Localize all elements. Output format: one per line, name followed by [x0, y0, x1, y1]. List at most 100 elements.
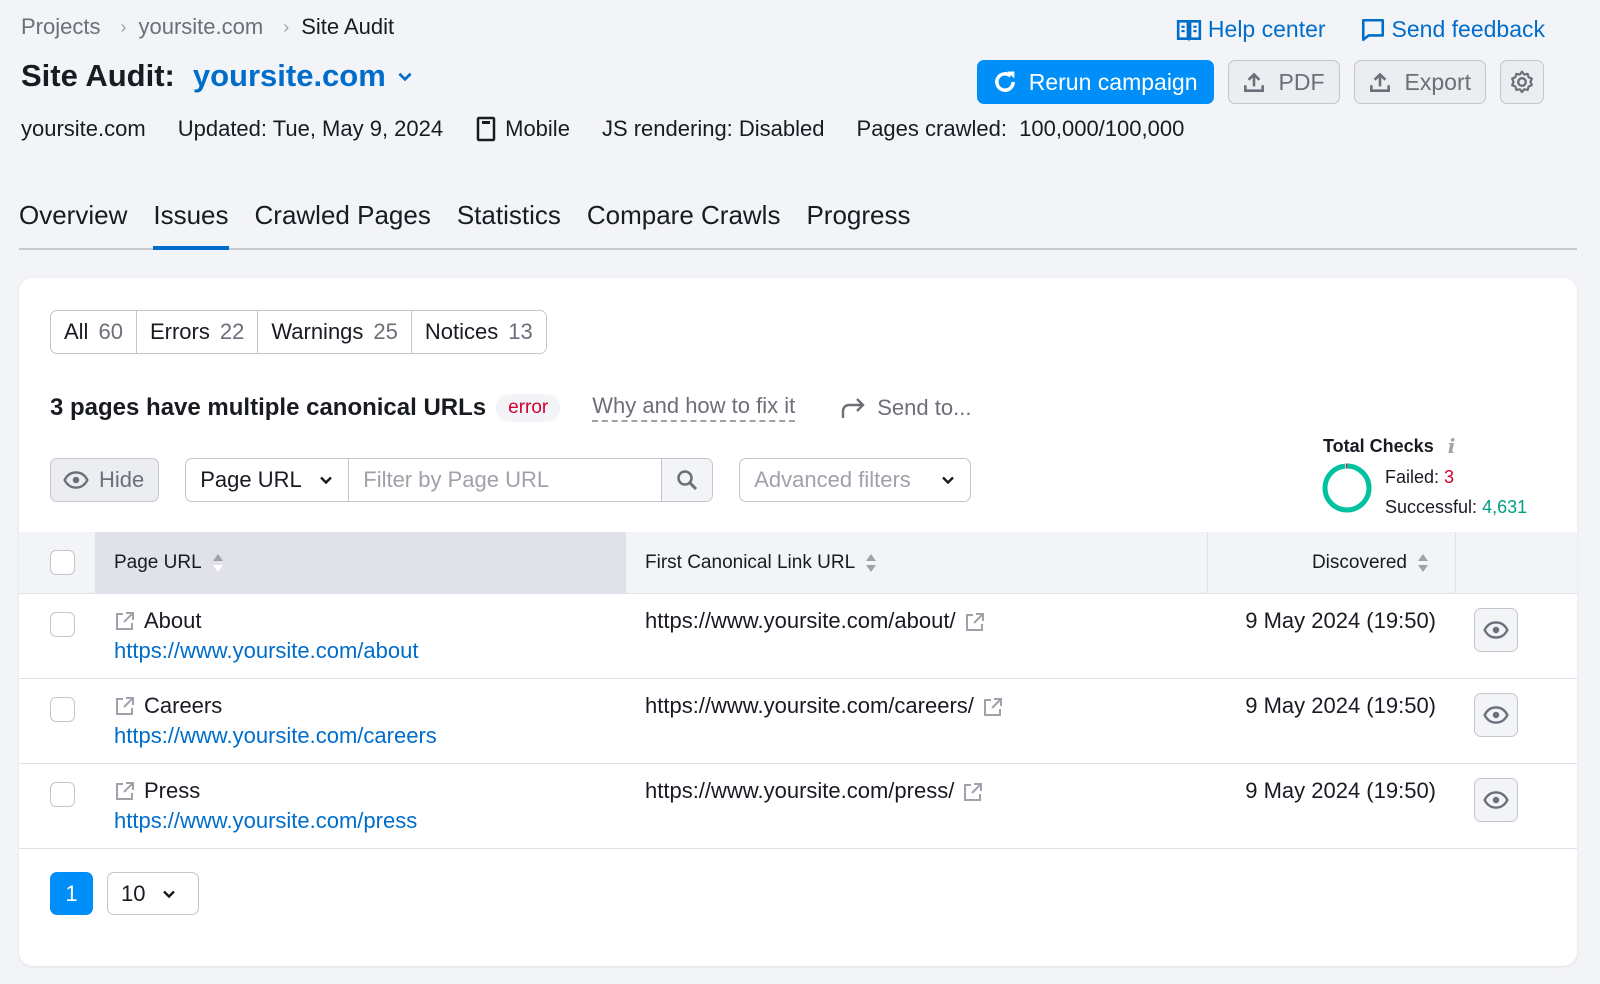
help-center-link[interactable]: Help center [1176, 16, 1326, 43]
canonical-url: https://www.yoursite.com/press/ [645, 778, 955, 803]
page-button-current[interactable]: 1 [50, 872, 93, 915]
segment-notices[interactable]: Notices 13 [412, 311, 546, 353]
tab-issues[interactable]: Issues [153, 196, 229, 250]
send-to-button[interactable]: Send to... [839, 395, 971, 421]
table-row: Careers https://www.yoursite.com/careers… [19, 679, 1577, 764]
canonical-url: https://www.yoursite.com/about/ [645, 608, 956, 633]
external-link-icon[interactable] [114, 780, 136, 802]
rerun-campaign-button[interactable]: Rerun campaign [976, 60, 1214, 104]
mobile-icon [476, 116, 496, 142]
why-how-to-fix-link[interactable]: Why and how to fix it [592, 393, 796, 422]
total-checks-widget: Total Checks i Failed: 3 Successful: 4,6… [1322, 434, 1527, 522]
meta-pages-crawled: Pages crawled: 100,000/100,000 [856, 116, 1185, 141]
column-header-discovered[interactable]: Discovered [1208, 532, 1456, 593]
filter-field-select[interactable]: Page URL [186, 459, 350, 501]
page-title: About [144, 608, 202, 633]
eye-icon [1483, 706, 1509, 724]
view-details-button[interactable] [1474, 693, 1518, 737]
external-link-icon[interactable] [114, 610, 136, 632]
settings-button[interactable] [1500, 60, 1544, 104]
external-link-icon[interactable] [982, 696, 1004, 718]
failed-label: Failed: [1385, 467, 1440, 487]
chevron-down-icon [163, 890, 176, 898]
segment-count: 13 [508, 319, 533, 344]
segment-count: 60 [98, 319, 123, 344]
row-checkbox[interactable] [50, 782, 75, 807]
forward-arrow-icon [842, 397, 865, 418]
chevron-right-icon: › [120, 16, 127, 37]
canonical-url: https://www.yoursite.com/careers/ [645, 693, 974, 718]
column-header-canonical-url[interactable]: First Canonical Link URL [626, 532, 1208, 593]
page-url-link[interactable]: https://www.yoursite.com/press [114, 808, 626, 834]
failed-checks: Failed: 3 [1385, 462, 1527, 492]
project-selector[interactable]: yoursite.com [193, 58, 414, 94]
table-row: About https://www.yoursite.com/about htt… [19, 594, 1577, 679]
breadcrumb-domain[interactable]: yoursite.com [138, 14, 263, 40]
segment-warnings[interactable]: Warnings 25 [258, 311, 412, 353]
row-checkbox[interactable] [50, 697, 75, 722]
breadcrumb-projects[interactable]: Projects [21, 14, 100, 40]
tab-overview[interactable]: Overview [19, 196, 127, 248]
advanced-filters-dropdown[interactable]: Advanced filters [739, 458, 972, 502]
view-details-button[interactable] [1474, 778, 1518, 822]
meta-updated: Updated: Tue, May 9, 2024 [177, 116, 444, 141]
external-link-icon[interactable] [964, 611, 986, 633]
send-feedback-link[interactable]: Send feedback [1360, 16, 1545, 43]
chat-bubble-icon [1361, 18, 1384, 41]
info-icon[interactable]: i [1448, 434, 1456, 458]
page-url-link[interactable]: https://www.yoursite.com/careers [114, 723, 626, 749]
segment-errors[interactable]: Errors 22 [137, 311, 259, 353]
issue-title: 3 pages have multiple canonical URLs [50, 393, 487, 421]
filter-field-value: Page URL [200, 467, 302, 492]
pagination: 1 10 [50, 872, 199, 915]
search-icon [677, 470, 698, 491]
per-page-value: 10 [121, 880, 146, 906]
help-center-label: Help center [1207, 16, 1326, 42]
segment-label: Notices [424, 319, 499, 344]
page-url-link[interactable]: https://www.yoursite.com/about [114, 638, 626, 664]
tab-statistics[interactable]: Statistics [457, 196, 561, 248]
column-header-actions [1456, 532, 1577, 593]
select-all-checkbox[interactable] [50, 550, 75, 575]
tab-progress[interactable]: Progress [806, 196, 910, 248]
gear-icon [1511, 70, 1533, 94]
page-title: Careers [144, 693, 223, 718]
per-page-select[interactable]: 10 [107, 872, 199, 915]
header-select-all-cell [19, 532, 95, 593]
external-link-icon[interactable] [114, 695, 136, 717]
send-to-label: Send to... [877, 394, 972, 420]
external-link-icon[interactable] [962, 781, 984, 803]
issue-heading: 3 pages have multiple canonical URLs err… [50, 393, 971, 422]
failed-value[interactable]: 3 [1444, 467, 1454, 487]
meta-device: Mobile [475, 116, 570, 142]
breadcrumb-current: Site Audit [301, 14, 395, 39]
issues-table: Page URL First Canonical Link URL Discov… [19, 532, 1577, 849]
meta-domain: yoursite.com [21, 116, 146, 141]
view-details-button[interactable] [1474, 608, 1518, 652]
row-checkbox[interactable] [50, 612, 75, 637]
discovered-date: 9 May 2024 (19:50) [1245, 693, 1436, 718]
chevron-right-icon: › [283, 16, 290, 37]
pdf-label: PDF [1278, 68, 1325, 95]
advanced-filters-label: Advanced filters [754, 467, 911, 492]
table-row: Press https://www.yoursite.com/press htt… [19, 764, 1577, 849]
segment-count: 25 [373, 319, 398, 344]
checks-donut-chart [1322, 463, 1372, 513]
segment-count: 22 [219, 319, 245, 344]
segment-all[interactable]: All 60 [51, 311, 137, 353]
tab-compare-crawls[interactable]: Compare Crawls [587, 196, 781, 248]
eye-icon [1483, 621, 1509, 639]
search-button[interactable] [661, 459, 713, 501]
pdf-button[interactable]: PDF [1227, 60, 1340, 104]
filter-url-input[interactable] [349, 459, 662, 501]
donut-success-arc [1322, 463, 1372, 513]
url-filter-group: Page URL [185, 458, 714, 502]
tab-crawled-pages[interactable]: Crawled Pages [255, 196, 431, 248]
column-header-page-url[interactable]: Page URL [95, 532, 626, 593]
hide-button[interactable]: Hide [50, 458, 160, 502]
filter-bar: Hide Page URL Advanced filters [50, 458, 972, 502]
export-button[interactable]: Export [1353, 60, 1486, 104]
chevron-down-icon [320, 476, 333, 485]
sort-icon [1418, 553, 1428, 572]
segment-label: All [64, 319, 89, 344]
